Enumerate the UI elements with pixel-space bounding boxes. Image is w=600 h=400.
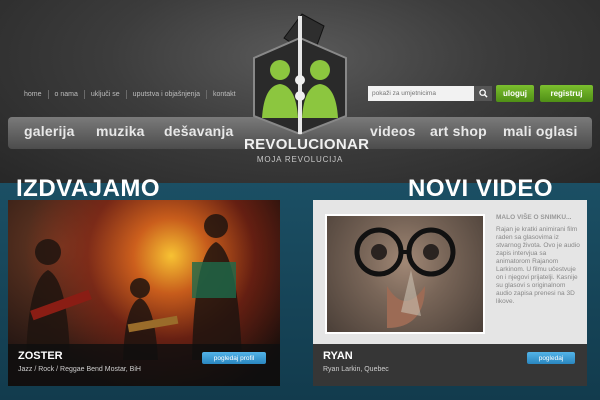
face-glasses-icon bbox=[327, 216, 483, 332]
nav-item-art-shop[interactable]: art shop bbox=[430, 123, 487, 139]
featured-title: ZOSTER bbox=[18, 350, 63, 362]
video-description: Rajan je kratki animirani film raden sa … bbox=[496, 226, 580, 305]
nav-item-classifieds[interactable]: mali oglasi bbox=[503, 123, 578, 139]
logo-subtitle: MOJA REVOLUCIJA bbox=[256, 155, 344, 164]
search-input[interactable] bbox=[368, 86, 474, 101]
video-card[interactable]: MALO VIŠE O SNIMKU... Rajan je kratki an… bbox=[313, 200, 587, 386]
featured-card[interactable]: ZOSTER Jazz / Rock / Reggae Bend Mostar,… bbox=[8, 200, 280, 386]
top-link-join[interactable]: uključi se bbox=[85, 91, 126, 98]
nav-item-music[interactable]: muzika bbox=[96, 123, 145, 139]
nav-item-events[interactable]: dešavanja bbox=[164, 123, 234, 139]
logo-emblem-icon bbox=[253, 13, 347, 136]
video-title: RYAN bbox=[323, 350, 353, 362]
featured-section-title: IZDVAJAMO bbox=[16, 175, 161, 202]
video-thumbnail[interactable] bbox=[325, 214, 485, 334]
login-button[interactable]: uloguj bbox=[496, 85, 534, 102]
video-sidebar-title: MALO VIŠE O SNIMKU... bbox=[496, 214, 572, 221]
video-caption: RYAN Ryan Larkin, Quebec pogledaj bbox=[313, 344, 587, 386]
watch-video-button[interactable]: pogledaj bbox=[527, 352, 575, 364]
register-button[interactable]: registruj bbox=[540, 85, 593, 102]
top-links: home o nama uključi se uputstva i objašn… bbox=[18, 90, 242, 99]
top-link-about[interactable]: o nama bbox=[49, 91, 84, 98]
top-link-instructions[interactable]: uputstva i objašnjenja bbox=[127, 91, 206, 98]
video-section-title: NOVI VIDEO bbox=[408, 175, 554, 202]
logo-title: REVOLUCIONAR bbox=[244, 136, 370, 153]
top-link-contact[interactable]: kontakt bbox=[207, 91, 242, 98]
nav-item-videos[interactable]: videos bbox=[370, 123, 416, 139]
featured-caption: ZOSTER Jazz / Rock / Reggae Bend Mostar,… bbox=[8, 344, 280, 386]
search-icon bbox=[478, 89, 488, 98]
view-profile-button[interactable]: pogledaj profil bbox=[202, 352, 266, 364]
top-link-home[interactable]: home bbox=[18, 91, 48, 98]
featured-subtitle: Jazz / Rock / Reggae Bend Mostar, BiH bbox=[18, 366, 141, 373]
video-subtitle: Ryan Larkin, Quebec bbox=[323, 366, 389, 373]
search-button[interactable] bbox=[474, 86, 492, 101]
nav-item-gallery[interactable]: galerija bbox=[24, 123, 75, 139]
site-logo[interactable]: REVOLUCIONAR MOJA REVOLUCIJA bbox=[244, 8, 370, 168]
